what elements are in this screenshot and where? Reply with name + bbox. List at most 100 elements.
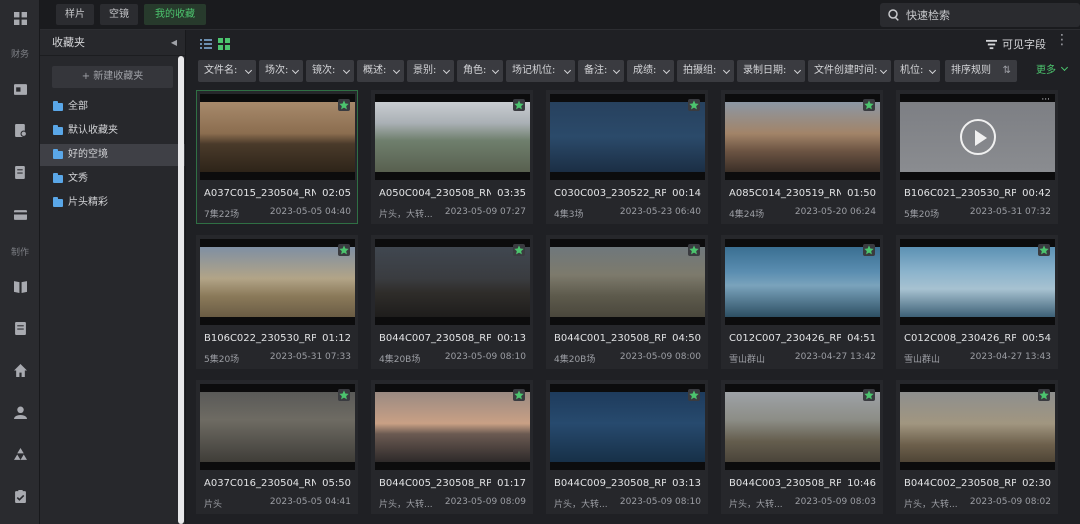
favorite-star-icon[interactable] (863, 99, 875, 111)
clip-thumbnail[interactable] (200, 94, 355, 180)
script-icon[interactable] (0, 318, 40, 338)
filter-filename[interactable]: 文件名: (198, 60, 256, 82)
clip-card[interactable]: C012C007_230426_RPGI... 04:51 雪山群山 2023-04-… (721, 235, 883, 369)
collapse-icon[interactable]: ◀ (171, 30, 177, 56)
favorite-star-icon[interactable] (513, 389, 525, 401)
favorite-star-icon[interactable] (688, 389, 700, 401)
clip-thumbnail[interactable] (550, 384, 705, 470)
filter-grade[interactable]: 成绩: (627, 60, 674, 82)
clip-thumbnail[interactable] (375, 94, 530, 180)
clip-card[interactable]: B044C003_230508_RPL... 10:46 片头，大转... 2023-… (721, 380, 883, 514)
folder-icon (53, 173, 63, 183)
apps-grid-icon[interactable] (0, 8, 40, 28)
clip-thumbnail[interactable] (900, 239, 1055, 325)
clipboard-check-icon[interactable] (0, 486, 40, 506)
clip-thumbnail[interactable] (200, 384, 355, 470)
person-icon[interactable] (0, 402, 40, 422)
frame-top-strip (550, 384, 705, 392)
filter-record-date[interactable]: 录制日期: (737, 60, 805, 82)
grid-view-icon[interactable] (218, 38, 230, 50)
clip-tag: 5集20场 (204, 355, 240, 365)
new-favorite-button[interactable]: + 新建收藏夹 (52, 66, 173, 88)
tab-samples[interactable]: 样片 (56, 4, 94, 25)
folder-item[interactable]: 片头精彩 (40, 192, 185, 214)
finance-card-icon[interactable] (0, 79, 40, 99)
clip-card[interactable]: A085C014_230519_RNU... 01:50 4集24场 2023-05-… (721, 90, 883, 224)
folder-item[interactable]: 好的空境 (40, 144, 185, 166)
search-input[interactable]: 快速检索 (880, 3, 1080, 27)
favorite-star-icon[interactable] (338, 389, 350, 401)
clip-card[interactable]: B044C007_230508_RPL... 00:13 4集20B场 2023-05… (371, 235, 533, 369)
clip-card[interactable]: ··· B106C021_230530_RPL9 00:42 5集20场 2023-05… (896, 90, 1058, 224)
clip-thumbnail[interactable] (550, 239, 705, 325)
clip-thumbnail[interactable] (375, 239, 530, 325)
clip-card[interactable]: B106C022_230530_RPL9 01:12 5集20场 2023-05-31… (196, 235, 358, 369)
clip-card[interactable]: B044C002_230508_RPL... 02:30 片头，大转... 2023-… (896, 380, 1058, 514)
filter-file-created[interactable]: 文件创建时间: (808, 60, 891, 82)
clip-tag: 片头，大转... (554, 500, 608, 510)
recycle-icon[interactable] (0, 444, 40, 464)
clip-duration: 00:54 (1022, 333, 1051, 344)
invoice-icon[interactable] (0, 120, 40, 140)
clip-card[interactable]: A037C015_230504_RNU... 02:05 7集22场 2023-05-… (196, 90, 358, 224)
clip-thumbnail[interactable] (725, 384, 880, 470)
chevron-down-icon (291, 66, 300, 75)
wallet-icon[interactable] (0, 204, 40, 224)
clip-card[interactable]: B044C009_230508_RPL... 03:13 片头，大转... 2023-… (546, 380, 708, 514)
filter-notes[interactable]: 备注: (578, 60, 624, 82)
favorite-star-icon[interactable] (338, 244, 350, 256)
clip-thumbnail[interactable] (375, 384, 530, 470)
favorite-star-icon[interactable] (338, 99, 350, 111)
filter-scene[interactable]: 场次: (259, 60, 303, 82)
clip-thumbnail[interactable] (900, 384, 1055, 470)
clip-card[interactable]: C030C003_230522_RPG... 00:14 4集3场 2023-05-2… (546, 90, 708, 224)
favorite-star-icon[interactable] (863, 389, 875, 401)
folder-item[interactable]: 全部 (40, 96, 185, 118)
favorite-star-icon[interactable] (863, 244, 875, 256)
favorite-star-icon[interactable] (513, 244, 525, 256)
clip-thumbnail[interactable] (725, 239, 880, 325)
favorite-star-icon[interactable] (688, 244, 700, 256)
list-view-icon[interactable] (200, 38, 212, 50)
clip-card[interactable]: B044C001_230508_RPL... 04:50 4集20B场 2023-05… (546, 235, 708, 369)
filter-camera-position[interactable]: 场记机位: (506, 60, 575, 82)
more-options-icon[interactable]: ⋮ (1055, 32, 1070, 48)
clip-card[interactable]: A050C004_230508_RNU... 03:35 片头，大转... 2023-… (371, 90, 533, 224)
favorite-star-icon[interactable] (1038, 389, 1050, 401)
favorite-star-icon[interactable] (1038, 244, 1050, 256)
tab-my-favorites[interactable]: 我的收藏 (144, 4, 206, 25)
clip-thumbnail[interactable] (200, 239, 355, 325)
filter-take[interactable]: 镜次: (306, 60, 354, 82)
filter-shot-size[interactable]: 景别: (407, 60, 454, 82)
visible-fields-button[interactable]: 可见字段 (986, 36, 1046, 52)
folder-item[interactable]: 文秀 (40, 168, 185, 190)
filter-summary[interactable]: 概述: (357, 60, 404, 82)
tab-empty-shots[interactable]: 空镜 (100, 4, 138, 25)
panel-header: 收藏夹 ◀ (40, 30, 185, 56)
filter-camera[interactable]: 机位: (894, 60, 940, 82)
clip-card[interactable]: B044C005_230508_RPL... 01:17 片头，大转... 2023-… (371, 380, 533, 514)
sort-rule-button[interactable]: 排序规则 ⇅ (945, 60, 1017, 82)
clip-thumbnail[interactable] (725, 94, 880, 180)
edit-document-icon[interactable] (0, 162, 40, 182)
clip-thumbnail[interactable] (550, 94, 705, 180)
folder-item[interactable]: 默认收藏夹 (40, 120, 185, 142)
panel-scrollbar[interactable] (178, 56, 184, 524)
more-filters-button[interactable]: 更多 (1036, 60, 1069, 82)
clip-card[interactable]: C012C008_230426_RPGI... 00:54 雪山群山 2023-04-… (896, 235, 1058, 369)
play-icon[interactable] (960, 119, 996, 155)
filter-role[interactable]: 角色: (457, 60, 503, 82)
clip-tag: 7集22场 (204, 210, 240, 220)
clip-date: 2023-05-05 04:41 (269, 497, 351, 507)
filter-label: 备注: (584, 65, 608, 76)
filter-crew[interactable]: 拍摄组: (677, 60, 734, 82)
clip-card[interactable]: A037C016_230504_RNU... 05:50 片头 2023-05-05 … (196, 380, 358, 514)
home-icon[interactable] (0, 360, 40, 380)
book-icon[interactable] (0, 276, 40, 296)
clip-thumbnail[interactable]: ··· (900, 94, 1055, 180)
favorite-star-icon[interactable] (513, 99, 525, 111)
chevron-down-icon (342, 66, 351, 75)
clip-frame-image (725, 392, 880, 462)
favorite-star-icon[interactable] (688, 99, 700, 111)
more-icon[interactable]: ··· (1041, 95, 1050, 105)
